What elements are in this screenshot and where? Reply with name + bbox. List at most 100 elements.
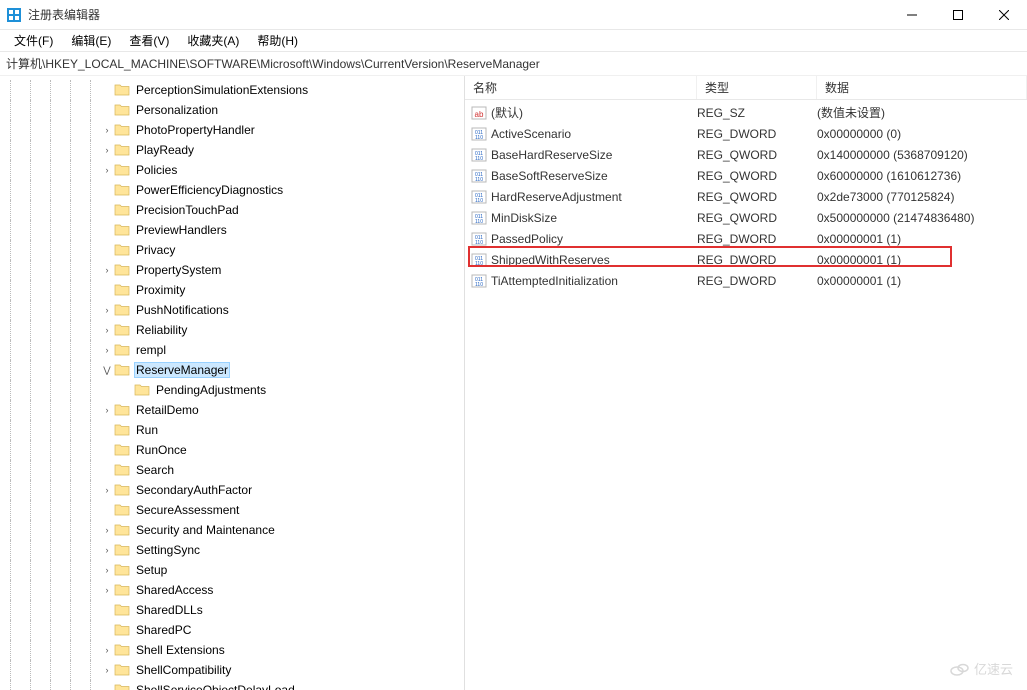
chevron-icon[interactable]: › bbox=[100, 303, 114, 317]
chevron-icon[interactable]: ⋁ bbox=[100, 363, 114, 377]
value-row[interactable]: 011110BaseHardReserveSizeREG_QWORD0x1400… bbox=[465, 144, 1027, 165]
tree-item[interactable]: SharedPC bbox=[0, 620, 464, 640]
tree-item-label: rempl bbox=[134, 342, 168, 358]
tree-item[interactable]: › RetailDemo bbox=[0, 400, 464, 420]
tree-item[interactable]: Run bbox=[0, 420, 464, 440]
tree-item-label: Proximity bbox=[134, 282, 187, 298]
tree-item[interactable]: SecureAssessment bbox=[0, 500, 464, 520]
chevron-icon[interactable]: › bbox=[100, 263, 114, 277]
tree-item[interactable]: ›PlayReady bbox=[0, 140, 464, 160]
chevron-icon[interactable]: › bbox=[100, 583, 114, 597]
tree-item[interactable]: ›Reliability bbox=[0, 320, 464, 340]
chevron-icon[interactable]: › bbox=[100, 543, 114, 557]
tree-item-label: Search bbox=[134, 462, 176, 478]
tree-item[interactable]: ›Shell Extensions bbox=[0, 640, 464, 660]
tree-item[interactable]: PrecisionTouchPad bbox=[0, 200, 464, 220]
chevron-icon[interactable]: › bbox=[100, 663, 114, 677]
tree-item[interactable]: PendingAdjustments bbox=[0, 380, 464, 400]
value-name: MinDiskSize bbox=[491, 211, 697, 225]
value-type: REG_QWORD bbox=[697, 190, 817, 204]
tree-item[interactable]: ›Security and Maintenance bbox=[0, 520, 464, 540]
value-row[interactable]: ab(默认)REG_SZ(数值未设置) bbox=[465, 102, 1027, 123]
folder-icon bbox=[134, 383, 150, 397]
tree-item[interactable]: › SettingSync bbox=[0, 540, 464, 560]
tree-item[interactable]: ›SharedAccess bbox=[0, 580, 464, 600]
folder-icon bbox=[114, 323, 130, 337]
folder-icon bbox=[114, 463, 130, 477]
tree-item[interactable]: › PropertySystem bbox=[0, 260, 464, 280]
value-row[interactable]: 011110HardReserveAdjustmentREG_QWORD0x2d… bbox=[465, 186, 1027, 207]
value-data: 0x00000001 (1) bbox=[817, 274, 1027, 288]
tree-item[interactable]: ›Setup bbox=[0, 560, 464, 580]
chevron-icon[interactable]: › bbox=[100, 523, 114, 537]
svg-text:110: 110 bbox=[475, 219, 483, 225]
value-row[interactable]: 011110ActiveScenarioREG_DWORD0x00000000 … bbox=[465, 123, 1027, 144]
chevron-icon[interactable]: › bbox=[100, 563, 114, 577]
tree-item-label: SettingSync bbox=[134, 542, 202, 558]
tree-item[interactable]: ⋁ReserveManager bbox=[0, 360, 464, 380]
tree-item-label: PendingAdjustments bbox=[154, 382, 268, 398]
chevron-icon[interactable]: › bbox=[100, 343, 114, 357]
menu-favorites[interactable]: 收藏夹(A) bbox=[179, 30, 247, 51]
chevron-icon[interactable]: › bbox=[100, 323, 114, 337]
chevron-icon[interactable]: › bbox=[100, 123, 114, 137]
window-title: 注册表编辑器 bbox=[28, 6, 889, 23]
chevron-icon[interactable]: › bbox=[100, 163, 114, 177]
tree-item[interactable]: Proximity bbox=[0, 280, 464, 300]
list-pane[interactable]: 名称 类型 数据 ab(默认)REG_SZ(数值未设置)011110Active… bbox=[465, 76, 1027, 690]
chevron-icon[interactable]: › bbox=[100, 403, 114, 417]
watermark: 亿速云 bbox=[950, 659, 1013, 678]
svg-text:110: 110 bbox=[475, 282, 483, 288]
tree-item[interactable]: PowerEfficiencyDiagnostics bbox=[0, 180, 464, 200]
tree-item-label: PhotoPropertyHandler bbox=[134, 122, 257, 138]
tree-item[interactable]: Personalization bbox=[0, 100, 464, 120]
chevron-icon[interactable]: › bbox=[100, 143, 114, 157]
folder-icon bbox=[114, 163, 130, 177]
col-type[interactable]: 类型 bbox=[697, 76, 817, 99]
value-row[interactable]: 011110PassedPolicyREG_DWORD0x00000001 (1… bbox=[465, 228, 1027, 249]
tree-item[interactable]: Privacy bbox=[0, 240, 464, 260]
close-button[interactable] bbox=[981, 0, 1027, 30]
window-controls bbox=[889, 0, 1027, 30]
chevron-icon[interactable]: › bbox=[100, 483, 114, 497]
chevron-icon[interactable]: › bbox=[100, 643, 114, 657]
tree-item-label: RetailDemo bbox=[134, 402, 201, 418]
value-row[interactable]: 011110BaseSoftReserveSizeREG_QWORD0x6000… bbox=[465, 165, 1027, 186]
binary-value-icon: 011110 bbox=[471, 231, 487, 247]
svg-text:110: 110 bbox=[475, 261, 483, 267]
value-row[interactable]: 011110ShippedWithReservesREG_DWORD0x0000… bbox=[465, 249, 1027, 270]
menu-help[interactable]: 帮助(H) bbox=[249, 30, 306, 51]
menu-edit[interactable]: 编辑(E) bbox=[63, 30, 119, 51]
tree-item[interactable]: ›Policies bbox=[0, 160, 464, 180]
tree-item[interactable]: ›SecondaryAuthFactor bbox=[0, 480, 464, 500]
tree-item[interactable]: ›ShellCompatibility bbox=[0, 660, 464, 680]
tree-item[interactable]: Search bbox=[0, 460, 464, 480]
value-row[interactable]: 011110MinDiskSizeREG_QWORD0x500000000 (2… bbox=[465, 207, 1027, 228]
col-name[interactable]: 名称 bbox=[465, 76, 697, 99]
tree-item-label: PrecisionTouchPad bbox=[134, 202, 241, 218]
tree-item[interactable]: RunOnce bbox=[0, 440, 464, 460]
menu-view[interactable]: 查看(V) bbox=[121, 30, 177, 51]
address-bar[interactable]: 计算机\HKEY_LOCAL_MACHINE\SOFTWARE\Microsof… bbox=[0, 52, 1027, 76]
tree-item[interactable]: PreviewHandlers bbox=[0, 220, 464, 240]
tree-item[interactable]: ShellServiceObjectDelayLoad bbox=[0, 680, 464, 690]
folder-icon bbox=[114, 623, 130, 637]
value-type: REG_DWORD bbox=[697, 274, 817, 288]
folder-icon bbox=[114, 543, 130, 557]
tree-item[interactable]: PerceptionSimulationExtensions bbox=[0, 80, 464, 100]
tree-item[interactable]: › rempl bbox=[0, 340, 464, 360]
value-name: BaseHardReserveSize bbox=[491, 148, 697, 162]
list-body: ab(默认)REG_SZ(数值未设置)011110ActiveScenarioR… bbox=[465, 100, 1027, 291]
maximize-button[interactable] bbox=[935, 0, 981, 30]
tree-item[interactable]: › PhotoPropertyHandler bbox=[0, 120, 464, 140]
tree-item-label: PropertySystem bbox=[134, 262, 223, 278]
minimize-button[interactable] bbox=[889, 0, 935, 30]
tree-pane[interactable]: PerceptionSimulationExtensionsPersonaliz… bbox=[0, 76, 465, 690]
tree-item[interactable]: ›PushNotifications bbox=[0, 300, 464, 320]
tree-item[interactable]: SharedDLLs bbox=[0, 600, 464, 620]
col-data[interactable]: 数据 bbox=[817, 76, 1027, 99]
svg-text:110: 110 bbox=[475, 240, 483, 246]
value-row[interactable]: 011110TiAttemptedInitializationREG_DWORD… bbox=[465, 270, 1027, 291]
menu-file[interactable]: 文件(F) bbox=[6, 30, 61, 51]
value-name: PassedPolicy bbox=[491, 232, 697, 246]
